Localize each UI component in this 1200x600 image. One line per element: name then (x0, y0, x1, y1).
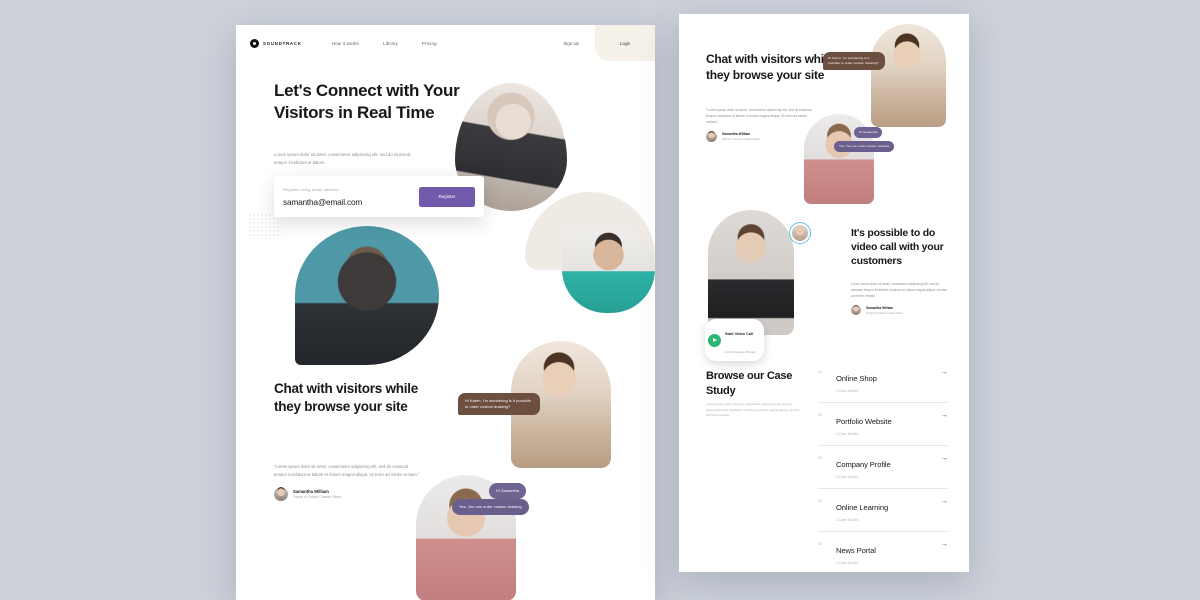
avatar (851, 305, 861, 316)
case-study-item-company-profile[interactable]: 03 Company Profile 3 Case Studies → (818, 446, 948, 489)
arrow-right-icon[interactable]: → (941, 540, 948, 548)
screenshot-stage: SOUNDTRACK How it works Library Pricing … (0, 0, 1200, 600)
left-page-mockup: SOUNDTRACK How it works Library Pricing … (236, 25, 655, 600)
case-study-paragraph: Lorem ipsum dolor sit amet, consectetur … (706, 402, 800, 418)
right-chat-quote-author: Samantha William Owner of Online Custom … (706, 131, 818, 142)
email-field[interactable]: samantha@email.com (283, 197, 419, 207)
item-subtitle: 3 Case Studies (836, 389, 859, 393)
nav-link-library[interactable]: Library (383, 41, 398, 46)
item-subtitle: 3 Case Studies (836, 475, 859, 479)
right-chat-bubble-reply-1: Hi Samantha (854, 127, 883, 138)
chat-quote-text: "Lorem ipsum dolor sit amet, consectetur… (274, 464, 420, 477)
register-card: Register using email address samantha@em… (274, 176, 484, 217)
item-subtitle: 3 Case Studies (836, 432, 859, 436)
item-number: 02 (818, 413, 822, 417)
nav-links: How it works Library Pricing (332, 41, 437, 46)
nav-link-pricing[interactable]: Pricing (422, 41, 437, 46)
case-study-list: 01 Online Shop 3 Case Studies → 02 Portf… (818, 360, 948, 574)
hero-photo-woman-headphones (295, 226, 439, 365)
hero-photo-woman-teal-shirt (562, 225, 655, 313)
case-study-item-online-learning[interactable]: 04 Online Learning 3 Case Studies → (818, 489, 948, 532)
arrow-right-icon[interactable]: → (941, 411, 948, 419)
right-chat-testimonial: "Lorem ipsum dolor sit amet, consectetur… (706, 107, 818, 142)
play-icon (708, 333, 721, 347)
item-number: 01 (818, 370, 822, 374)
arrow-right-icon[interactable]: → (941, 368, 948, 376)
avatar (706, 131, 717, 142)
chat-bubble-reply-1: Hi Samantha (489, 483, 527, 500)
nav-link-how-it-works[interactable]: How it works (332, 41, 359, 46)
start-video-call-badge[interactable]: Start Video Call with Instagram Brands (705, 319, 764, 361)
video-caller-avatar (789, 222, 811, 244)
chat-section-heading: Chat with visitors while they browse you… (274, 381, 419, 414)
author-name: Samantha William (866, 306, 894, 311)
signup-button[interactable]: Sign Up (547, 25, 595, 61)
author-role: Owner of Online Custom Store (293, 495, 341, 500)
arrow-right-icon[interactable]: → (941, 454, 948, 462)
item-title: News Portal (836, 546, 876, 555)
login-button[interactable]: Login (595, 25, 655, 61)
case-study-item-portfolio-website[interactable]: 02 Portfolio Website 3 Case Studies → (818, 403, 948, 446)
avatar (274, 487, 288, 502)
item-number: 03 (818, 456, 822, 460)
chat-bubble-reply-2: Yes, You can order custom drawing (452, 499, 529, 516)
right-photo-sofa-woman (871, 24, 946, 127)
chat-quote-author: Samantha William Owner of Online Custom … (274, 487, 422, 502)
item-subtitle: 3 Case Studies (836, 561, 859, 565)
chat-section-testimonial: "Lorem ipsum dolor sit amet, consectetur… (274, 463, 422, 502)
item-subtitle: 3 Case Studies (836, 518, 859, 522)
item-number: 04 (818, 499, 822, 503)
hero-paragraph: Lorem ipsum dolor sit amet, consectetur … (274, 152, 411, 165)
video-badge-sub: with Instagram Brands (725, 350, 756, 354)
hero-heading: Let's Connect with Your Visitors in Real… (274, 81, 460, 122)
author-role: Owner of Online Custom Store (722, 137, 761, 142)
video-quote-text: Lorem ipsum dolor sit amet, consectetur … (851, 282, 948, 298)
video-section-testimonial: Lorem ipsum dolor sit amet, consectetur … (851, 282, 951, 316)
case-study-item-news-portal[interactable]: 05 News Portal 3 Case Studies → (818, 532, 948, 574)
right-chat-bubble-incoming: Hi Karen, I'm wondering is it possible t… (823, 52, 885, 70)
right-chat-bubble-reply-2: Yes, You can order custom drawing (834, 141, 895, 152)
login-label: Login (619, 40, 631, 46)
video-badge-title: Start Video Call (725, 332, 753, 336)
case-study-heading: Browse our Case Study (706, 370, 793, 397)
video-photo-woman-laptop (708, 210, 794, 335)
circle-dot-logo-icon (250, 38, 259, 48)
item-title: Online Learning (836, 503, 889, 512)
item-title: Company Profile (836, 460, 891, 469)
register-label: Register using email address (283, 186, 339, 192)
item-title: Portfolio Website (836, 417, 892, 426)
register-button[interactable]: Register (419, 186, 475, 207)
brand-name: SOUNDTRACK (263, 40, 302, 46)
item-title: Online Shop (836, 374, 877, 383)
brand-logo[interactable]: SOUNDTRACK (250, 38, 302, 48)
video-section-heading: It's possible to do video call with your… (851, 227, 944, 267)
author-name: Samantha William (722, 131, 751, 136)
arrow-right-icon[interactable]: → (941, 497, 948, 505)
video-quote-author: Samantha William Owner of Online Custom … (851, 305, 951, 316)
case-study-item-online-shop[interactable]: 01 Online Shop 3 Case Studies → (818, 360, 948, 403)
chat-bubble-incoming: Hi Karen, I'm wondering is it possible t… (458, 393, 540, 416)
navbar: SOUNDTRACK How it works Library Pricing … (236, 25, 655, 61)
right-chat-heading: Chat with visitors while they browse you… (706, 52, 834, 82)
right-chat-quote-text: "Lorem ipsum dolor sit amet, consectetur… (706, 108, 812, 124)
author-name: Samantha William (293, 488, 329, 494)
nav-actions: Sign Up Login (547, 25, 655, 61)
item-number: 05 (818, 542, 822, 546)
author-role: Owner of Online Custom Store (866, 311, 903, 315)
